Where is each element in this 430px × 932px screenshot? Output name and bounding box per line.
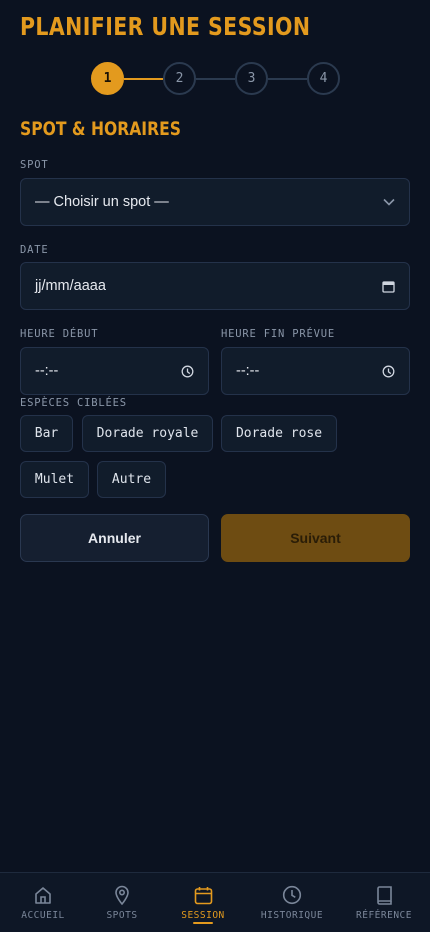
chevron-down-icon: [383, 198, 395, 206]
species-chip-dorade-rose[interactable]: Dorade rose: [221, 415, 337, 452]
clock-icon: [282, 884, 302, 906]
spot-select-value: — Choisir un spot —: [35, 194, 169, 210]
nav-label: ACCUEIL: [21, 910, 65, 921]
active-indicator: [193, 922, 213, 924]
species-chip-bar[interactable]: Bar: [20, 415, 73, 452]
step-1: 1: [91, 62, 124, 95]
species-label: ESPÈCES CIBLÉES: [20, 397, 127, 409]
book-icon: [376, 884, 393, 906]
nav-item-reference[interactable]: RÉFÉRENCE: [341, 873, 427, 932]
spot-label: SPOT: [20, 159, 49, 171]
step-connector: [196, 78, 235, 80]
step-indicator: 1 2 3 4: [91, 62, 340, 95]
calendar-icon[interactable]: [382, 280, 395, 293]
nav-label: SESSION: [181, 910, 225, 921]
nav-label: SPOTS: [106, 910, 138, 921]
nav-label: RÉFÉRENCE: [356, 910, 412, 921]
clock-icon[interactable]: [382, 365, 395, 378]
next-button[interactable]: Suivant: [221, 514, 410, 562]
step-connector: [124, 78, 163, 80]
species-chip-dorade-royale[interactable]: Dorade royale: [82, 415, 213, 452]
clock-icon[interactable]: [181, 365, 194, 378]
species-chip-mulet[interactable]: Mulet: [20, 461, 89, 498]
nav-item-spots[interactable]: SPOTS: [79, 873, 165, 932]
step-3: 3: [235, 62, 268, 95]
start-time-label: HEURE DÉBUT: [20, 328, 99, 340]
step-2: 2: [163, 62, 196, 95]
calendar-icon: [194, 884, 213, 906]
page-title: PLANIFIER UNE SESSION: [20, 12, 311, 41]
nav-item-historique[interactable]: HISTORIQUE: [249, 873, 335, 932]
nav-label: HISTORIQUE: [260, 910, 324, 921]
start-time-value: --:--: [35, 363, 59, 379]
date-input[interactable]: jj/mm/aaaa: [20, 262, 410, 310]
nav-item-accueil[interactable]: ACCUEIL: [0, 873, 86, 932]
bottom-nav: ACCUEIL SPOTS SESSION HISTORIQUE RÉFÉREN…: [0, 872, 430, 932]
cancel-button[interactable]: Annuler: [20, 514, 209, 562]
spot-select[interactable]: — Choisir un spot —: [20, 178, 410, 226]
species-chip-autre[interactable]: Autre: [97, 461, 166, 498]
map-pin-icon: [114, 884, 130, 906]
step-connector: [268, 78, 307, 80]
section-title: SPOT & HORAIRES: [20, 118, 181, 140]
end-time-label: HEURE FIN PRÉVUE: [221, 328, 335, 340]
date-label: DATE: [20, 244, 49, 256]
date-input-value: jj/mm/aaaa: [35, 278, 106, 294]
end-time-input[interactable]: --:--: [221, 347, 410, 395]
step-4: 4: [307, 62, 340, 95]
home-icon: [34, 884, 52, 906]
end-time-value: --:--: [236, 363, 260, 379]
start-time-input[interactable]: --:--: [20, 347, 209, 395]
nav-item-session[interactable]: SESSION: [160, 873, 246, 932]
